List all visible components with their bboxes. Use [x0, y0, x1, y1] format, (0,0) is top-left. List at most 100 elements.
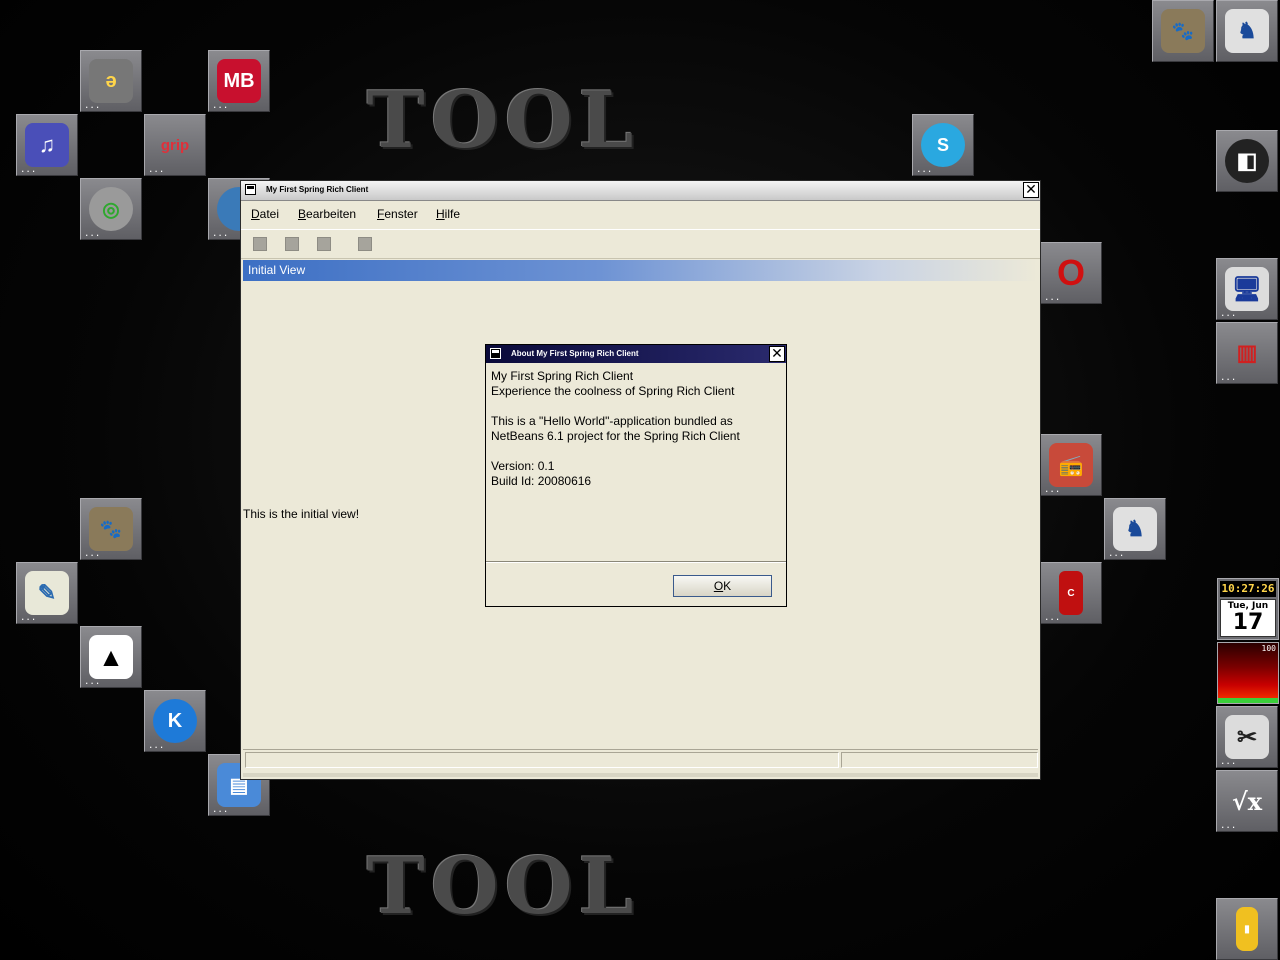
- icon-dots: ...: [148, 741, 165, 751]
- dock-grip-icon[interactable]: grip ...: [144, 114, 206, 176]
- icon-dots: ...: [148, 165, 165, 175]
- dock-skype-icon[interactable]: S ...: [912, 114, 974, 176]
- dock-screenshot-icon[interactable]: ◧: [1216, 130, 1278, 192]
- dock-opera-icon[interactable]: O ...: [1040, 242, 1102, 304]
- view-title: Initial View: [248, 263, 306, 277]
- dock-chart-icon[interactable]: ▥ ...: [1216, 322, 1278, 384]
- menu-datei[interactable]: Datei: [251, 207, 279, 221]
- dialog-titlebar[interactable]: About My First Spring Rich Client ✕: [486, 345, 786, 363]
- monitor-icon: 🖥: [1225, 267, 1269, 311]
- dock-battery-icon[interactable]: ▮: [1216, 898, 1278, 960]
- clock-day: 17: [1232, 610, 1264, 635]
- ok-label-rest: K: [723, 579, 732, 593]
- close-icon: ✕: [1025, 182, 1037, 198]
- drawing-icon: ✎: [25, 571, 69, 615]
- about-line: [491, 399, 781, 414]
- icon-dots: ...: [84, 101, 101, 111]
- about-line: Build Id: 20080616: [491, 474, 592, 488]
- calendar: Tue, Jun 17: [1220, 599, 1276, 637]
- icon-dots: ...: [84, 549, 101, 559]
- icon-dots: ...: [1220, 821, 1237, 831]
- gimp-icon: 🐾: [89, 507, 133, 551]
- dock-mb-icon[interactable]: MB ...: [208, 50, 270, 112]
- dialog-body: My First Spring Rich Client Experience t…: [491, 369, 781, 489]
- dock-kile-icon[interactable]: K ...: [144, 690, 206, 752]
- dock-gimp-icon[interactable]: 🐾 ...: [80, 498, 142, 560]
- menu-label-rest: enster: [384, 207, 418, 221]
- radio-icon: 📻: [1049, 443, 1093, 487]
- skype-icon: S: [921, 123, 965, 167]
- menu-bar: Datei Bearbeiten Fenster Hilfe: [241, 201, 1040, 227]
- window-bottom-edge: [243, 773, 1038, 777]
- dock-gimp2-icon[interactable]: 🐾: [1152, 0, 1214, 62]
- wrench-icon: ✂: [1225, 715, 1269, 759]
- cola-can-icon: C: [1059, 571, 1083, 615]
- close-icon: ✕: [771, 346, 783, 362]
- menu-fenster[interactable]: Fenster: [377, 207, 418, 221]
- menu-bearbeiten[interactable]: Bearbeiten: [298, 207, 356, 221]
- icon-dots: ...: [1220, 757, 1237, 767]
- clock-widget[interactable]: 10:27:26 Tue, Jun 17: [1217, 578, 1279, 640]
- icon-dots: ...: [1044, 293, 1061, 303]
- save-icon[interactable]: [285, 237, 299, 251]
- about-line: Version: 0.1: [491, 459, 555, 473]
- dock-inkscape-icon[interactable]: ▲ ...: [80, 626, 142, 688]
- window-close-button[interactable]: ✕: [1023, 182, 1039, 198]
- ok-mnemonic: O: [713, 579, 724, 593]
- wireless-icon: ◎: [89, 187, 133, 231]
- window-menu-icon[interactable]: [245, 184, 256, 195]
- gimp-icon: 🐾: [1161, 9, 1205, 53]
- menu-mnemonic: D: [251, 207, 260, 221]
- bar-chart-icon: ▥: [1236, 340, 1258, 365]
- sqrt-icon: √x: [1231, 786, 1263, 816]
- icon-dots: ...: [1220, 309, 1237, 319]
- menu-label-rest: earbeiten: [306, 207, 357, 221]
- window-titlebar[interactable]: My First Spring Rich Client ✕: [241, 181, 1040, 201]
- dialog-title: About My First Spring Rich Client: [511, 349, 639, 358]
- menu-hilfe[interactable]: Hilfe: [436, 207, 460, 221]
- dock-math-icon[interactable]: √x ...: [1216, 770, 1278, 832]
- ok-button[interactable]: OK: [673, 575, 772, 597]
- wallpaper-logo-bottom: TOOL: [366, 841, 640, 932]
- wallpaper-logo-top: TOOL: [366, 75, 640, 166]
- dock-draw-icon[interactable]: ✎ ...: [16, 562, 78, 624]
- dock-app-icon[interactable]: ə ...: [80, 50, 142, 112]
- icon-dots: ...: [84, 677, 101, 687]
- icon-dots: ...: [20, 613, 37, 623]
- dock-network-icon[interactable]: ◎ ...: [80, 178, 142, 240]
- app-swirl-icon: ə: [89, 59, 133, 103]
- inkscape-icon: ▲: [89, 635, 133, 679]
- new-document-icon[interactable]: [253, 237, 267, 251]
- mb-logo-icon: MB: [217, 59, 261, 103]
- cpu-bar: [1218, 698, 1278, 703]
- dialog-menu-icon[interactable]: [490, 348, 501, 359]
- opera-icon: O: [1056, 252, 1085, 293]
- view-content-text: This is the initial view!: [243, 507, 360, 521]
- grip-logo-icon: grip: [160, 136, 190, 154]
- view-header: Initial View: [243, 260, 1038, 281]
- dialog-close-button[interactable]: ✕: [769, 346, 785, 362]
- menu-label-rest: ilfe: [444, 207, 461, 221]
- dialog-separator: [486, 561, 786, 563]
- battery-icon: ▮: [1236, 907, 1258, 951]
- print-icon[interactable]: [317, 237, 331, 251]
- dock-audio-icon[interactable]: ♫ ...: [16, 114, 78, 176]
- dock-monitor-icon[interactable]: 🖥 ...: [1216, 258, 1278, 320]
- menu-mnemonic: B: [298, 207, 307, 221]
- dock-radio-icon[interactable]: 📻 ...: [1040, 434, 1102, 496]
- about-dialog: About My First Spring Rich Client ✕ My F…: [485, 344, 787, 607]
- cpu-monitor-widget[interactable]: 100: [1217, 642, 1279, 704]
- icon-dots: ...: [212, 101, 229, 111]
- kile-icon: K: [153, 699, 197, 743]
- dock-app2-icon[interactable]: ♞ ...: [1104, 498, 1166, 560]
- dock-app3-icon[interactable]: ♞: [1216, 0, 1278, 62]
- status-message-cell: [245, 752, 839, 768]
- status-bar: [243, 749, 1038, 770]
- dock-tools-icon[interactable]: ✂ ...: [1216, 706, 1278, 768]
- dock-cola-icon[interactable]: C ...: [1040, 562, 1102, 624]
- icon-dots: ...: [1044, 613, 1061, 623]
- window-title: My First Spring Rich Client: [266, 185, 369, 194]
- properties-icon[interactable]: [358, 237, 372, 251]
- about-line: NetBeans 6.1 project for the Spring Rich…: [491, 429, 740, 443]
- icon-dots: ...: [212, 805, 229, 815]
